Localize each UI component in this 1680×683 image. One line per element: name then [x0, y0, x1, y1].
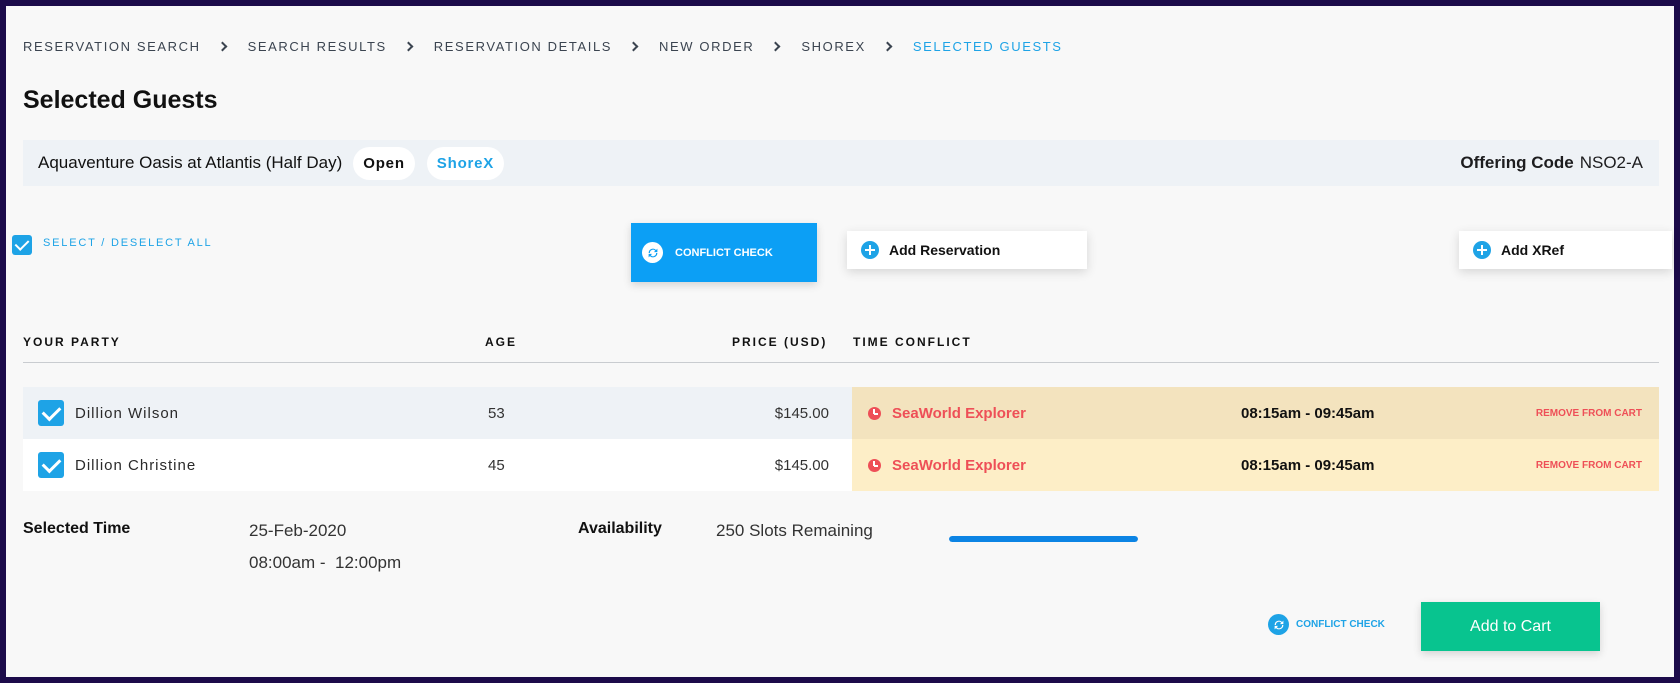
- page-title: Selected Guests: [23, 86, 218, 114]
- footer-conflict-check-label: CONFLICT CHECK: [1296, 619, 1385, 630]
- breadcrumb-shorex[interactable]: SHOREX: [801, 39, 866, 54]
- breadcrumb-reservation-search[interactable]: RESERVATION SEARCH: [23, 39, 201, 54]
- status-badge: Open: [353, 146, 415, 180]
- breadcrumb-reservation-details[interactable]: RESERVATION DETAILS: [434, 39, 612, 54]
- plus-circle-icon: [1473, 241, 1491, 259]
- selected-time-range: 08:00am - 12:00pm: [249, 553, 402, 572]
- plus-circle-icon: [861, 241, 879, 259]
- availability-bar: [949, 536, 1138, 542]
- column-header-time-conflict: TIME CONFLICT: [853, 335, 972, 349]
- guest-age: 45: [488, 456, 505, 474]
- offering-code-label: Offering Code: [1460, 153, 1574, 172]
- conflict-name: SeaWorld Explorer: [892, 404, 1026, 422]
- sync-icon: [642, 242, 663, 263]
- offering-name: Aquaventure Oasis at Atlantis (Half Day): [38, 153, 343, 172]
- selected-time-label: Selected Time: [23, 520, 131, 537]
- remove-from-cart-link[interactable]: REMOVE FROM CART: [1536, 408, 1642, 419]
- clock-alert-icon: [868, 458, 881, 472]
- offering-bar: Aquaventure Oasis at Atlantis (Half Day)…: [23, 140, 1659, 186]
- chevron-right-icon: [628, 41, 639, 52]
- breadcrumb-selected-guests: SELECTED GUESTS: [912, 39, 1063, 54]
- table-row: Dillion Wilson 53 $145.00 SeaWorld Explo…: [23, 387, 1659, 439]
- time-conflict-cell: SeaWorld Explorer 08:15am - 09:45am REMO…: [852, 439, 1659, 491]
- select-all-label[interactable]: SELECT / DESELECT ALL: [43, 237, 212, 249]
- add-xref-button[interactable]: Add XRef: [1459, 231, 1672, 269]
- guest-name: Dillion Wilson: [75, 404, 180, 422]
- table-row: Dillion Christine 45 $145.00 SeaWorld Ex…: [23, 439, 1659, 491]
- chevron-right-icon: [403, 41, 414, 52]
- add-to-cart-button[interactable]: Add to Cart: [1421, 602, 1600, 651]
- conflict-name: SeaWorld Explorer: [892, 456, 1026, 474]
- footer-conflict-check-button[interactable]: CONFLICT CHECK: [1268, 614, 1385, 635]
- offering-code-value: NSO2-A: [1579, 153, 1643, 172]
- guest-checkbox[interactable]: [38, 400, 64, 426]
- selected-date: 25-Feb-2020: [249, 521, 347, 540]
- offering-code: Offering Code NSO2-A: [1460, 153, 1643, 173]
- guest-age: 53: [488, 404, 505, 422]
- availability-bar-fill: [949, 536, 1138, 542]
- conflict-time: 08:15am - 09:45am: [1241, 404, 1375, 422]
- app-frame: RESERVATION SEARCH SEARCH RESULTS RESERV…: [6, 6, 1674, 677]
- breadcrumb-new-order[interactable]: NEW ORDER: [659, 39, 754, 54]
- guest-price: $145.00: [774, 404, 829, 422]
- add-reservation-label: Add Reservation: [889, 242, 1001, 258]
- column-header-party: YOUR PARTY: [23, 335, 121, 349]
- select-all-toggle[interactable]: SELECT / DESELECT ALL: [12, 235, 212, 255]
- guest-name: Dillion Christine: [75, 456, 197, 474]
- availability-text: 250 Slots Remaining: [716, 521, 873, 540]
- chevron-right-icon: [217, 41, 228, 52]
- column-header-price: PRICE (USD): [732, 335, 828, 349]
- chevron-right-icon: [770, 41, 781, 52]
- select-all-checkbox[interactable]: [12, 235, 32, 255]
- conflict-check-label: CONFLICT CHECK: [675, 246, 773, 259]
- availability-label: Availability: [578, 520, 662, 537]
- clock-alert-icon: [868, 406, 881, 420]
- category-badge: ShoreX: [426, 146, 505, 180]
- breadcrumb-search-results[interactable]: SEARCH RESULTS: [248, 39, 387, 54]
- sync-icon: [1268, 614, 1289, 635]
- guest-cell: Dillion Christine: [38, 439, 196, 491]
- guest-checkbox[interactable]: [38, 452, 64, 478]
- guest-price: $145.00: [774, 456, 829, 474]
- conflict-time: 08:15am - 09:45am: [1241, 456, 1375, 474]
- conflict-check-button[interactable]: CONFLICT CHECK: [631, 223, 817, 282]
- add-xref-label: Add XRef: [1501, 242, 1564, 258]
- column-header-age: AGE: [485, 335, 518, 349]
- time-conflict-cell: SeaWorld Explorer 08:15am - 09:45am REMO…: [852, 387, 1659, 439]
- guest-cell: Dillion Wilson: [38, 387, 179, 439]
- chevron-right-icon: [882, 41, 893, 52]
- remove-from-cart-link[interactable]: REMOVE FROM CART: [1536, 460, 1642, 471]
- add-reservation-button[interactable]: Add Reservation: [847, 231, 1087, 269]
- breadcrumb: RESERVATION SEARCH SEARCH RESULTS RESERV…: [23, 39, 1063, 54]
- header-divider: [23, 362, 1659, 363]
